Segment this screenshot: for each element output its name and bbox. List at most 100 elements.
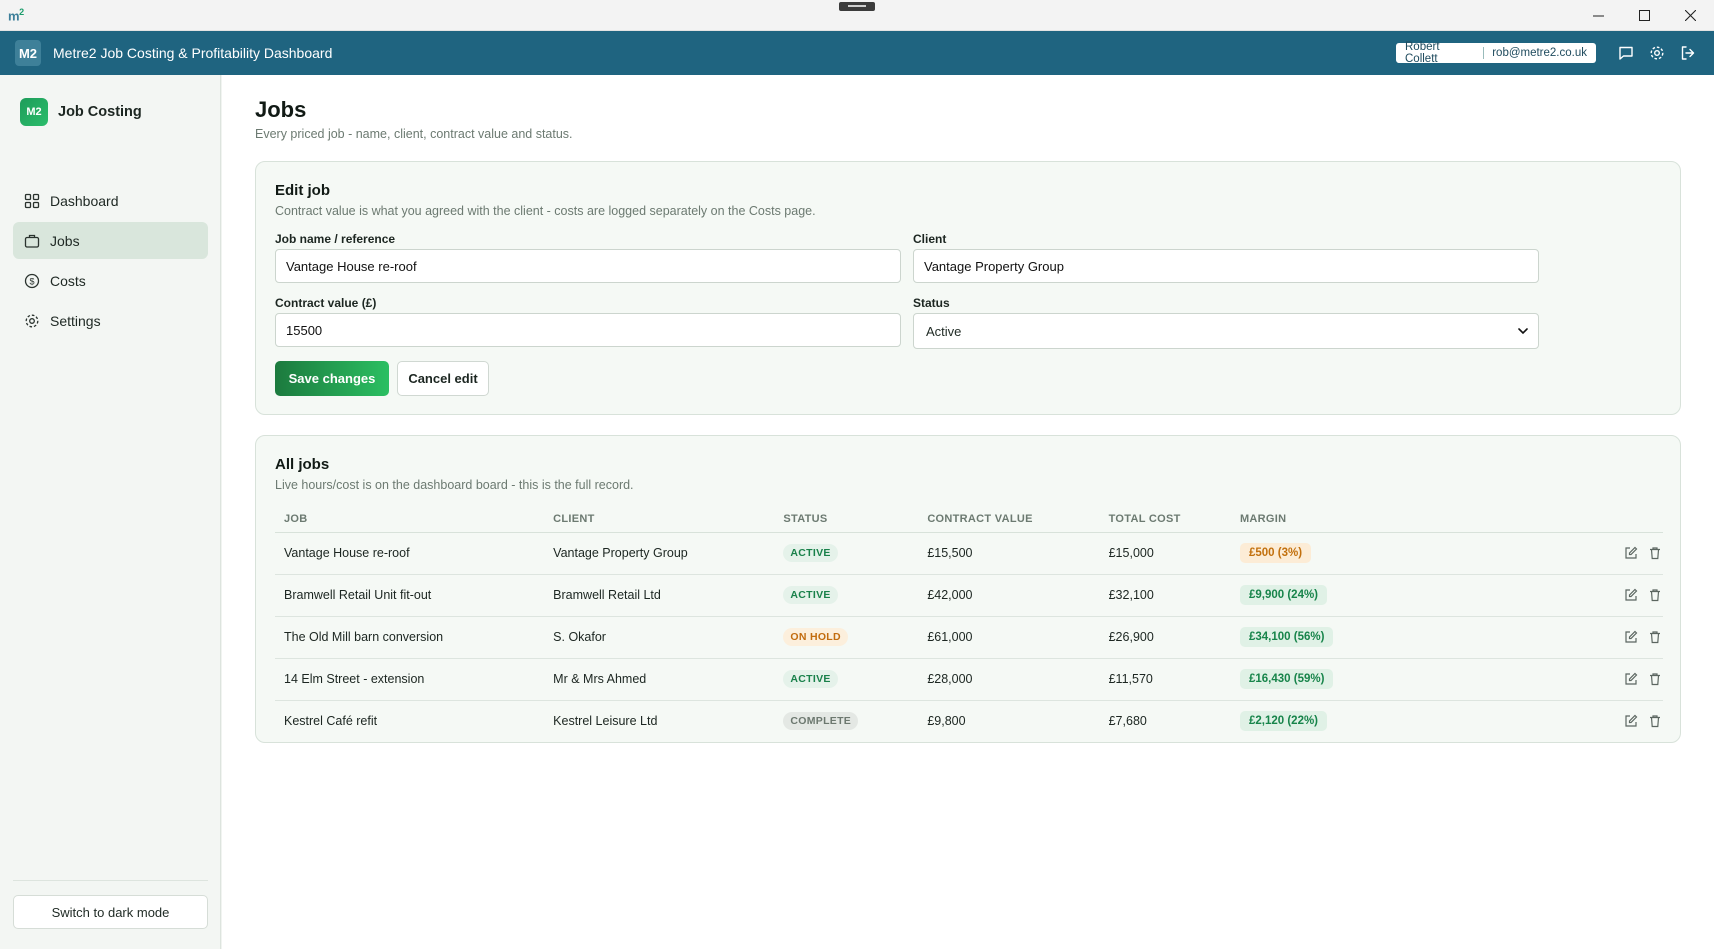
sidebar-brand: M2 Job Costing: [20, 98, 142, 126]
sidebar-item-settings[interactable]: Settings: [13, 302, 208, 339]
edit-card-title: Edit job: [275, 182, 330, 199]
contract-value-field[interactable]: [275, 313, 901, 347]
margin-badge: £9,900 (24%): [1239, 585, 1328, 605]
app-logo: m2: [8, 7, 24, 24]
table-row[interactable]: 14 Elm Street - extension Mr & Mrs Ahmed…: [275, 658, 1663, 701]
minimize-button[interactable]: [1575, 0, 1621, 30]
job-cell: Bramwell Retail Unit fit-out: [275, 574, 545, 617]
grid-icon: [23, 192, 41, 210]
sidebar-item-dashboard[interactable]: Dashboard: [13, 182, 208, 219]
status-select-value: Active: [926, 323, 962, 339]
status-badge: COMPLETE: [783, 712, 859, 731]
trash-icon[interactable]: [1647, 671, 1663, 687]
trash-icon[interactable]: [1647, 587, 1663, 603]
edit-icon[interactable]: [1623, 587, 1639, 603]
contract-cell: £42,000: [918, 574, 1100, 617]
edit-job-card: Edit job Contract value is what you agre…: [255, 161, 1681, 415]
user-chip-divider: [1483, 47, 1485, 59]
cancel-edit-button[interactable]: Cancel edit: [397, 361, 489, 396]
settings-header-button[interactable]: [1647, 43, 1667, 63]
user-chip[interactable]: Robert Collett rob@metre2.co.uk: [1396, 41, 1596, 65]
brand-name: Job Costing: [58, 104, 142, 120]
table-row[interactable]: Kestrel Café refit Kestrel Leisure Ltd C…: [275, 700, 1663, 742]
dollar-icon: $: [23, 272, 41, 290]
messages-button[interactable]: [1616, 43, 1636, 63]
close-icon: [1684, 9, 1696, 21]
sidebar-nav: Dashboard Jobs $ Costs Settings: [13, 182, 208, 342]
status-badge: ACTIVE: [783, 544, 838, 562]
user-email: rob@metre2.co.uk: [1492, 47, 1587, 59]
client-label: Client: [913, 232, 947, 246]
column-header-client: CLIENT: [544, 506, 775, 533]
minimize-icon: [1592, 15, 1604, 16]
column-header-margin: MARGIN: [1230, 506, 1417, 533]
client-cell: Bramwell Retail Ltd: [544, 574, 775, 617]
gear-icon: [23, 312, 41, 330]
save-changes-button[interactable]: Save changes: [275, 361, 389, 396]
job-cell: The Old Mill barn conversion: [275, 616, 545, 659]
sidebar-item-label: Jobs: [50, 232, 80, 249]
status-badge: ACTIVE: [783, 586, 838, 604]
cost-cell: £15,000: [1099, 532, 1231, 575]
client-field[interactable]: [913, 249, 1539, 283]
column-header-job: JOB: [275, 506, 545, 533]
window-drag-handle[interactable]: [839, 2, 875, 11]
svg-text:$: $: [29, 276, 34, 286]
sidebar: M2 Job Costing Dashboard Jobs $ Costs Se: [0, 75, 221, 949]
status-badge: ON HOLD: [783, 628, 848, 646]
user-name: Robert Collett: [1405, 41, 1440, 65]
edit-icon[interactable]: [1623, 713, 1639, 729]
column-header-contract-value: CONTRACT VALUE: [918, 506, 1100, 533]
gear-icon: [1650, 46, 1664, 60]
client-cell: Kestrel Leisure Ltd: [553, 714, 658, 729]
contract-cell: £9,800: [927, 714, 966, 729]
sidebar-divider: [13, 880, 208, 881]
edit-icon[interactable]: [1623, 629, 1639, 645]
logout-icon: [1681, 46, 1695, 60]
dark-mode-toggle[interactable]: Switch to dark mode: [13, 895, 208, 929]
table-row[interactable]: Vantage House re-roof Vantage Property G…: [275, 532, 1663, 575]
chevron-down-icon: [1518, 328, 1528, 335]
cost-cell: £26,900: [1099, 616, 1231, 659]
status-badge: ACTIVE: [783, 670, 838, 688]
cost-cell: £7,680: [1108, 714, 1147, 729]
column-header-total-cost: TOTAL COST: [1099, 506, 1231, 533]
main-content: Jobs Every priced job - name, client, co…: [222, 75, 1714, 949]
close-window-button[interactable]: [1667, 0, 1713, 30]
cost-cell: £11,570: [1099, 658, 1231, 701]
client-cell: Vantage Property Group: [544, 532, 775, 575]
all-jobs-card: All jobs Live hours/cost is on the dashb…: [255, 435, 1681, 743]
jobs-table: JOB CLIENT STATUS CONTRACT VALUE TOTAL C…: [275, 506, 1663, 742]
status-label: Status: [913, 296, 950, 310]
job-cell: Kestrel Café refit: [284, 714, 378, 729]
trash-icon[interactable]: [1647, 629, 1663, 645]
job-cell: Vantage House re-roof: [275, 532, 545, 575]
margin-badge: £2,120 (22%): [1239, 711, 1328, 732]
maximize-button[interactable]: [1621, 0, 1667, 30]
sidebar-item-costs[interactable]: $ Costs: [13, 262, 208, 299]
job-cell: 14 Elm Street - extension: [275, 658, 545, 701]
maximize-icon: [1638, 9, 1650, 21]
page-subtitle: Every priced job - name, client, contrac…: [255, 127, 573, 141]
job-name-field[interactable]: [275, 249, 901, 283]
job-name-label: Job name / reference: [275, 232, 396, 246]
trash-icon[interactable]: [1647, 713, 1663, 729]
trash-icon[interactable]: [1647, 545, 1663, 561]
table-row[interactable]: The Old Mill barn conversion S. Okafor O…: [275, 616, 1663, 659]
table-row[interactable]: Bramwell Retail Unit fit-out Bramwell Re…: [275, 574, 1663, 617]
table-header-row: JOB CLIENT STATUS CONTRACT VALUE TOTAL C…: [275, 506, 1663, 533]
edit-card-subtitle: Contract value is what you agreed with t…: [275, 204, 816, 218]
page-title: Jobs: [255, 97, 307, 122]
cost-cell: £32,100: [1099, 574, 1231, 617]
sidebar-item-label: Dashboard: [50, 192, 119, 209]
status-select[interactable]: Active: [913, 313, 1539, 349]
edit-icon[interactable]: [1623, 545, 1639, 561]
sidebar-item-label: Costs: [50, 272, 86, 289]
client-cell: Mr & Mrs Ahmed: [544, 658, 775, 701]
logout-button[interactable]: [1678, 43, 1698, 63]
edit-icon[interactable]: [1623, 671, 1639, 687]
margin-badge: £34,100 (56%): [1239, 627, 1334, 647]
sidebar-item-jobs[interactable]: Jobs: [13, 222, 208, 259]
app-header: M2 Metre2 Job Costing & Profitability Da…: [0, 31, 1714, 75]
briefcase-icon: [23, 232, 41, 250]
